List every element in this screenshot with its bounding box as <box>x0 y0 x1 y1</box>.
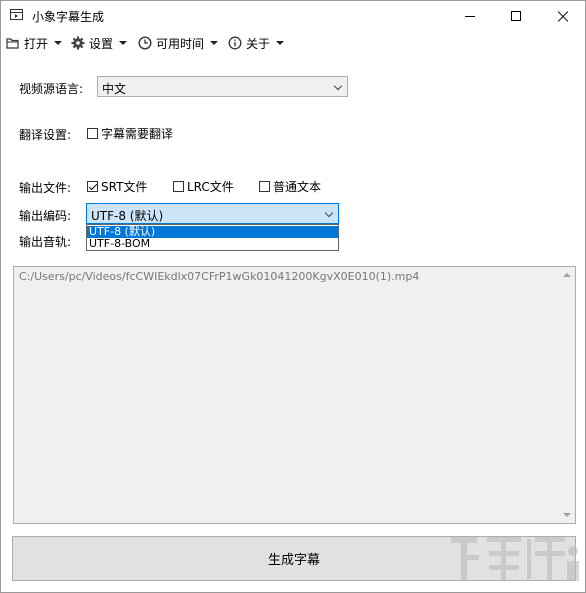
clock-icon <box>138 36 152 50</box>
output-text-checkbox[interactable]: 普通文本 <box>259 178 321 195</box>
scroll-up-icon[interactable] <box>563 273 571 277</box>
source-language-value: 中文 <box>102 82 127 96</box>
output-file-label: 输出文件: <box>19 181 72 195</box>
menu-open-label: 打开 <box>24 36 49 51</box>
generate-subtitles-button[interactable]: 生成字幕 <box>12 536 576 581</box>
app-icon <box>10 9 23 20</box>
menu-about[interactable]: 关于 <box>228 32 285 54</box>
menu-about-label: 关于 <box>246 36 271 51</box>
encoding-label: 输出编码: <box>19 209 72 223</box>
translate-checkbox-label: 字幕需要翻译 <box>101 127 174 141</box>
chevron-down-icon <box>210 41 219 45</box>
encoding-value: UTF-8 (默认) <box>91 209 164 223</box>
minimize-button[interactable] <box>447 1 493 31</box>
source-language-label: 视频源语言: <box>19 82 84 96</box>
output-srt-label: SRT文件 <box>101 180 148 194</box>
vertical-scrollbar[interactable] <box>558 267 575 523</box>
translate-checkbox[interactable]: 字幕需要翻译 <box>87 125 173 142</box>
checkbox-box[interactable] <box>87 128 98 139</box>
maximize-button[interactable] <box>493 1 539 31</box>
encoding-option[interactable]: UTF-8-BOM <box>87 238 338 250</box>
output-text-label: 普通文本 <box>273 180 322 194</box>
encoding-select[interactable]: UTF-8 (默认) <box>86 203 339 224</box>
translate-settings-label: 翻译设置: <box>19 128 72 142</box>
menu-settings-label: 设置 <box>89 36 114 51</box>
menu-open[interactable]: 打开 <box>6 32 63 54</box>
app-window: 小象字幕生成 打开 设置 可用时间 关于 视频源语言: 中文 翻译设置: 字幕需… <box>0 0 586 593</box>
menu-available-time[interactable]: 可用时间 <box>138 32 219 54</box>
chevron-down-icon <box>119 41 128 45</box>
audio-track-label: 输出音轨: <box>19 235 72 249</box>
menu-bar: 打开 设置 可用时间 关于 <box>1 32 585 54</box>
checkbox-box[interactable] <box>259 181 270 192</box>
chevron-down-icon <box>54 41 63 45</box>
folder-icon <box>6 38 19 49</box>
output-srt-checkbox[interactable]: SRT文件 <box>87 178 147 195</box>
info-icon <box>228 36 242 50</box>
list-item[interactable]: C:/Users/pc/Videos/fcCWIEkdlx07CFrP1wGk0… <box>19 270 419 283</box>
source-language-select[interactable]: 中文 <box>97 76 348 97</box>
chevron-down-icon <box>276 41 285 45</box>
checkbox-box[interactable] <box>87 181 98 192</box>
output-lrc-checkbox[interactable]: LRC文件 <box>173 178 234 195</box>
scroll-down-icon[interactable] <box>563 513 571 517</box>
output-lrc-label: LRC文件 <box>187 180 234 194</box>
encoding-dropdown-list: UTF-8 (默认) UTF-8-BOM <box>86 224 339 251</box>
chevron-down-icon <box>333 81 343 91</box>
menu-settings[interactable]: 设置 <box>71 32 128 54</box>
file-list[interactable]: C:/Users/pc/Videos/fcCWIEkdlx07CFrP1wGk0… <box>13 266 576 524</box>
window-title: 小象字幕生成 <box>32 10 105 24</box>
gear-icon <box>71 36 85 50</box>
close-button[interactable] <box>539 1 585 31</box>
chevron-down-icon <box>324 208 334 218</box>
menu-available-time-label: 可用时间 <box>156 36 205 51</box>
checkbox-box[interactable] <box>173 181 184 192</box>
title-bar[interactable]: 小象字幕生成 <box>1 1 585 31</box>
